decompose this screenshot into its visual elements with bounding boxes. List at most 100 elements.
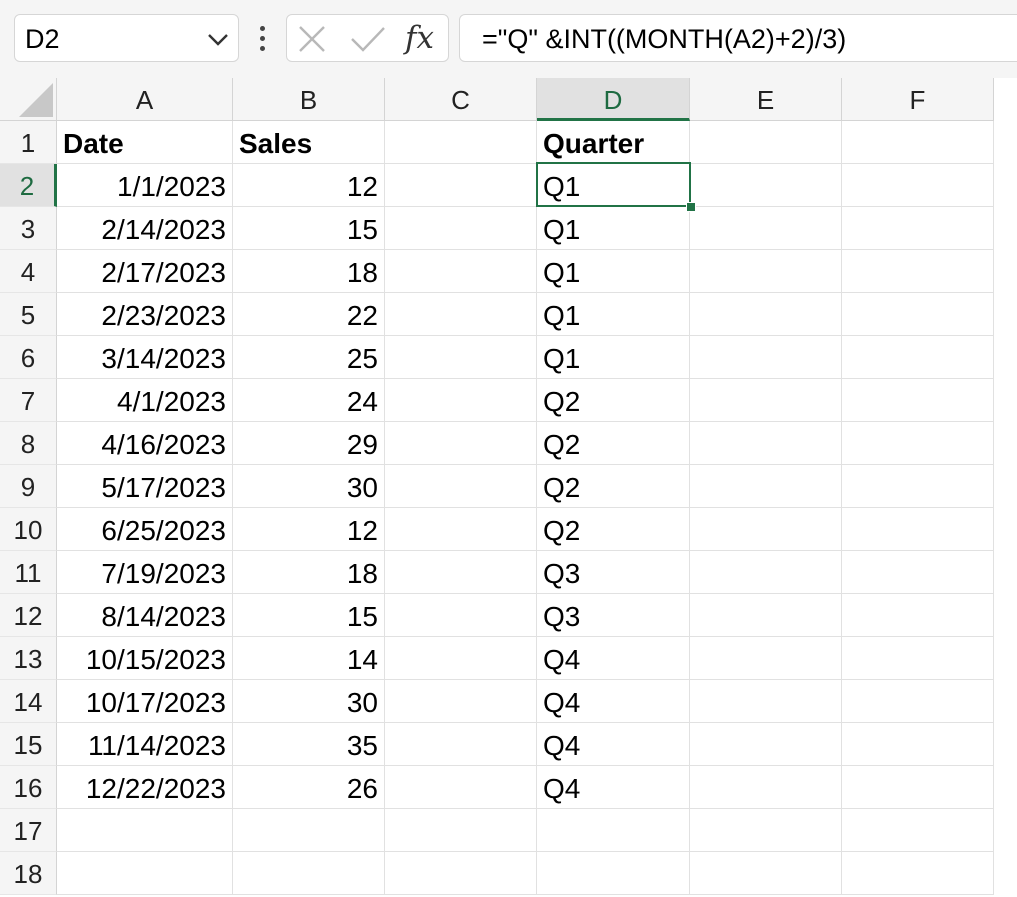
cell-b11[interactable]: 18 bbox=[233, 551, 385, 594]
row-header-8[interactable]: 8 bbox=[0, 422, 57, 465]
cell-e15[interactable] bbox=[690, 723, 842, 766]
cell-f16[interactable] bbox=[842, 766, 994, 809]
cell-f7[interactable] bbox=[842, 379, 994, 422]
cell-d13[interactable]: Q4 bbox=[537, 637, 690, 680]
cell-b13[interactable]: 14 bbox=[233, 637, 385, 680]
cell-d4[interactable]: Q1 bbox=[537, 250, 690, 293]
cell-d18[interactable] bbox=[537, 852, 690, 895]
cell-a18[interactable] bbox=[57, 852, 233, 895]
row-header-9[interactable]: 9 bbox=[0, 465, 57, 508]
row-header-12[interactable]: 12 bbox=[0, 594, 57, 637]
row-header-16[interactable]: 16 bbox=[0, 766, 57, 809]
column-header-f[interactable]: F bbox=[842, 78, 994, 121]
cell-e11[interactable] bbox=[690, 551, 842, 594]
cell-d9[interactable]: Q2 bbox=[537, 465, 690, 508]
row-header-2[interactable]: 2 bbox=[0, 164, 57, 207]
cell-f6[interactable] bbox=[842, 336, 994, 379]
cell-f18[interactable] bbox=[842, 852, 994, 895]
cell-d2[interactable]: Q1 bbox=[537, 164, 690, 207]
vertical-ellipsis-icon[interactable] bbox=[252, 26, 272, 52]
cell-a8[interactable]: 4/16/2023 bbox=[57, 422, 233, 465]
fx-icon[interactable]: fx bbox=[405, 19, 445, 57]
cell-b16[interactable]: 26 bbox=[233, 766, 385, 809]
cell-e6[interactable] bbox=[690, 336, 842, 379]
cell-f8[interactable] bbox=[842, 422, 994, 465]
cell-a15[interactable]: 11/14/2023 bbox=[57, 723, 233, 766]
select-all-button[interactable] bbox=[0, 78, 57, 121]
cell-b6[interactable]: 25 bbox=[233, 336, 385, 379]
cell-e10[interactable] bbox=[690, 508, 842, 551]
row-header-11[interactable]: 11 bbox=[0, 551, 57, 594]
cell-a2[interactable]: 1/1/2023 bbox=[57, 164, 233, 207]
row-header-7[interactable]: 7 bbox=[0, 379, 57, 422]
checkmark-icon[interactable] bbox=[349, 24, 387, 54]
cell-b4[interactable]: 18 bbox=[233, 250, 385, 293]
cell-c10[interactable] bbox=[385, 508, 537, 551]
cell-a14[interactable]: 10/17/2023 bbox=[57, 680, 233, 723]
cell-b10[interactable]: 12 bbox=[233, 508, 385, 551]
cell-d8[interactable]: Q2 bbox=[537, 422, 690, 465]
cell-f17[interactable] bbox=[842, 809, 994, 852]
cell-a12[interactable]: 8/14/2023 bbox=[57, 594, 233, 637]
cell-c15[interactable] bbox=[385, 723, 537, 766]
cell-b15[interactable]: 35 bbox=[233, 723, 385, 766]
cell-a3[interactable]: 2/14/2023 bbox=[57, 207, 233, 250]
cell-f9[interactable] bbox=[842, 465, 994, 508]
column-header-c[interactable]: C bbox=[385, 78, 537, 121]
row-header-10[interactable]: 10 bbox=[0, 508, 57, 551]
cell-c16[interactable] bbox=[385, 766, 537, 809]
cell-b2[interactable]: 12 bbox=[233, 164, 385, 207]
row-header-15[interactable]: 15 bbox=[0, 723, 57, 766]
row-header-3[interactable]: 3 bbox=[0, 207, 57, 250]
cell-e16[interactable] bbox=[690, 766, 842, 809]
cell-c9[interactable] bbox=[385, 465, 537, 508]
column-header-d[interactable]: D bbox=[537, 78, 690, 121]
row-header-5[interactable]: 5 bbox=[0, 293, 57, 336]
cell-e5[interactable] bbox=[690, 293, 842, 336]
column-header-a[interactable]: A bbox=[57, 78, 233, 121]
cell-a16[interactable]: 12/22/2023 bbox=[57, 766, 233, 809]
cell-d14[interactable]: Q4 bbox=[537, 680, 690, 723]
cell-f13[interactable] bbox=[842, 637, 994, 680]
cell-d12[interactable]: Q3 bbox=[537, 594, 690, 637]
cell-e13[interactable] bbox=[690, 637, 842, 680]
cell-a13[interactable]: 10/15/2023 bbox=[57, 637, 233, 680]
cell-d11[interactable]: Q3 bbox=[537, 551, 690, 594]
cell-a1[interactable]: Date bbox=[57, 121, 233, 164]
cell-e2[interactable] bbox=[690, 164, 842, 207]
cell-e7[interactable] bbox=[690, 379, 842, 422]
row-header-4[interactable]: 4 bbox=[0, 250, 57, 293]
row-header-13[interactable]: 13 bbox=[0, 637, 57, 680]
close-icon[interactable] bbox=[297, 24, 327, 54]
cell-d6[interactable]: Q1 bbox=[537, 336, 690, 379]
cell-f10[interactable] bbox=[842, 508, 994, 551]
cell-c14[interactable] bbox=[385, 680, 537, 723]
cell-b8[interactable]: 29 bbox=[233, 422, 385, 465]
cell-a7[interactable]: 4/1/2023 bbox=[57, 379, 233, 422]
cell-a6[interactable]: 3/14/2023 bbox=[57, 336, 233, 379]
cell-f1[interactable] bbox=[842, 121, 994, 164]
cell-d17[interactable] bbox=[537, 809, 690, 852]
cell-d3[interactable]: Q1 bbox=[537, 207, 690, 250]
cell-c18[interactable] bbox=[385, 852, 537, 895]
cell-f3[interactable] bbox=[842, 207, 994, 250]
cell-f14[interactable] bbox=[842, 680, 994, 723]
cell-c8[interactable] bbox=[385, 422, 537, 465]
cell-a11[interactable]: 7/19/2023 bbox=[57, 551, 233, 594]
cell-d10[interactable]: Q2 bbox=[537, 508, 690, 551]
cell-b1[interactable]: Sales bbox=[233, 121, 385, 164]
row-header-18[interactable]: 18 bbox=[0, 852, 57, 895]
row-header-1[interactable]: 1 bbox=[0, 121, 57, 164]
cell-f12[interactable] bbox=[842, 594, 994, 637]
cell-c11[interactable] bbox=[385, 551, 537, 594]
cell-c13[interactable] bbox=[385, 637, 537, 680]
cell-a5[interactable]: 2/23/2023 bbox=[57, 293, 233, 336]
cell-b12[interactable]: 15 bbox=[233, 594, 385, 637]
cell-c2[interactable] bbox=[385, 164, 537, 207]
row-header-17[interactable]: 17 bbox=[0, 809, 57, 852]
cell-b3[interactable]: 15 bbox=[233, 207, 385, 250]
row-header-14[interactable]: 14 bbox=[0, 680, 57, 723]
cell-f2[interactable] bbox=[842, 164, 994, 207]
cell-e14[interactable] bbox=[690, 680, 842, 723]
cell-b9[interactable]: 30 bbox=[233, 465, 385, 508]
